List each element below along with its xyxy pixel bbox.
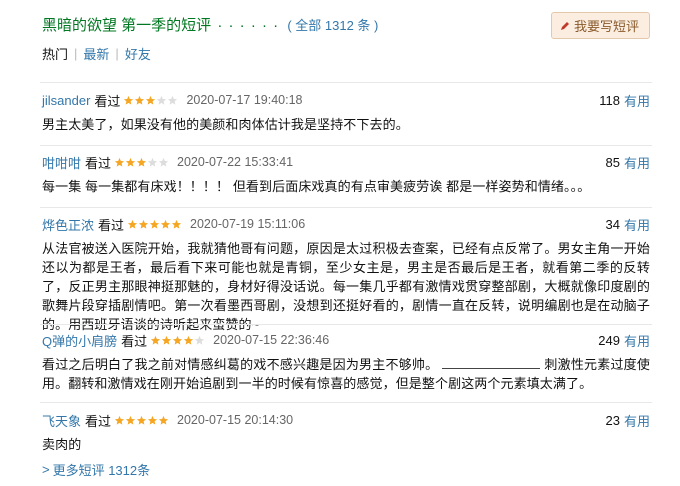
star-filled-icon [158,415,169,425]
review-author[interactable]: jilsander [42,93,90,108]
sort-tabs: 热门 | 最新 | 好友 [42,44,151,63]
star-empty-icon [168,95,178,105]
star-filled-icon [184,335,194,345]
divider [40,402,652,403]
more-reviews-label: 更多短评 1312条 [52,463,151,478]
useful-button[interactable]: 有用 [624,215,650,234]
star-empty-icon [195,335,205,345]
pencil-icon [560,21,569,30]
star-empty-icon [147,157,158,167]
review-meta: jilsander 看过 2020-07-17 19:40:18 118 有用 [42,90,650,110]
review-author[interactable]: 咁咁咁 [42,153,81,172]
review-author[interactable]: 飞天象 [42,411,81,430]
review-item: jilsander 看过 2020-07-17 19:40:18 118 有用 … [42,90,650,134]
watch-status: 看过 [121,333,148,349]
title-dots: · · · · · · [217,16,280,34]
tab-hot[interactable]: 热门 [42,44,68,63]
review-item: 烨色正浓 看过 2020-07-19 15:11:06 34 有用 从法官被送入… [42,214,650,334]
star-filled-icon [125,415,136,425]
review-content: 男主太美了，如果没有他的美颜和肉体估计我是坚持不下去的。 [42,117,409,132]
vote-count: 34 [605,216,620,232]
star-filled-icon [149,219,160,229]
vote-count: 118 [599,92,620,108]
useful-button[interactable]: 有用 [624,153,650,172]
watch-status: 看过 [85,155,112,171]
star-filled-icon [135,95,145,105]
review-content: 卖肉的 [42,437,82,452]
divider [40,82,652,83]
review-date: 2020-07-22 15:33:41 [177,155,294,169]
page-header: 黑暗的欲望 第一季的短评 · · · · · · ( 全部 1312 条 ) 我… [42,8,650,40]
useful-button[interactable]: 有用 [624,411,650,430]
star-filled-icon [173,335,183,345]
watch-status: 看过 [94,93,121,109]
star-rating [123,95,178,106]
star-filled-icon [138,219,149,229]
tab-separator: | [115,46,119,61]
review-item: 咁咁咁 看过 2020-07-22 15:33:41 85 有用 每一集 每一集… [42,152,650,196]
vote-area: 85 有用 [606,152,650,172]
vote-count: 23 [605,412,620,428]
useful-button[interactable]: 有用 [624,331,650,350]
divider [40,324,652,325]
page-title: 黑暗的欲望 第一季的短评 · · · · · · ( 全部 1312 条 ) [42,14,378,35]
review-author[interactable]: 烨色正浓 [42,215,94,234]
review-date: 2020-07-15 20:14:30 [177,413,294,427]
star-filled-icon [136,157,147,167]
review-author[interactable]: Q弹的小肩膀 [42,331,117,350]
more-reviews-link[interactable]: > 更多短评 1312条 [42,460,150,479]
review-content: 每一集 每一集都有床戏！！！！ 但看到后面床戏真的有点审美疲劳诶 都是一样姿势和… [42,179,591,194]
star-filled-icon [114,415,125,425]
star-filled-icon [146,95,156,105]
vote-count: 85 [605,154,620,170]
star-empty-icon [158,157,169,167]
vote-area: 23 有用 [606,410,650,430]
star-filled-icon [162,335,172,345]
review-meta: 飞天象 看过 2020-07-15 20:14:30 23 有用 [42,410,650,430]
tab-separator: | [74,46,78,61]
vote-area: 249 有用 [598,330,650,350]
star-filled-icon [136,415,147,425]
star-rating [150,335,205,346]
review-meta: 烨色正浓 看过 2020-07-19 15:11:06 34 有用 [42,214,650,234]
divider [40,207,652,208]
star-filled-icon [124,95,134,105]
more-arrow-icon: > [42,462,50,477]
star-filled-icon [147,415,158,425]
star-filled-icon [114,157,125,167]
star-filled-icon [160,219,171,229]
star-filled-icon [127,219,138,229]
review-meta: 咁咁咁 看过 2020-07-22 15:33:41 85 有用 [42,152,650,172]
star-rating [127,219,182,230]
review-meta: Q弹的小肩膀 看过 2020-07-15 22:36:46 249 有用 [42,330,650,350]
watch-status: 看过 [85,413,112,429]
star-rating [114,415,169,426]
review-content-part: 看过之后明白了我之前对情感纠葛的戏不感兴趣是因为男主不够帅。 [42,357,439,372]
vote-area: 34 有用 [606,214,650,234]
tab-latest[interactable]: 最新 [83,44,109,63]
review-date: 2020-07-19 15:11:06 [190,217,306,231]
vote-area: 118 有用 [599,90,650,110]
star-filled-icon [151,335,161,345]
watch-status: 看过 [98,217,125,233]
write-review-button[interactable]: 我要写短评 [550,12,650,39]
divider [40,145,652,146]
vote-count: 249 [598,332,620,348]
star-filled-icon [125,157,136,167]
page-title-text: 黑暗的欲望 第一季的短评 [42,16,212,34]
star-filled-icon [171,219,182,229]
star-empty-icon [157,95,167,105]
review-content: 看过之后明白了我之前对情感纠葛的戏不感兴趣是因为男主不够帅。 刺激性元素过度使用。… [42,355,650,393]
write-review-label: 我要写短评 [573,19,639,34]
star-rating [114,157,169,168]
review-date: 2020-07-17 19:40:18 [186,93,303,107]
useful-button[interactable]: 有用 [624,91,650,110]
review-date: 2020-07-15 22:36:46 [213,333,330,347]
total-count-link[interactable]: ( 全部 1312 条 ) [287,18,378,33]
review-item: 飞天象 看过 2020-07-15 20:14:30 23 有用 卖肉的 [42,410,650,454]
tab-friends[interactable]: 好友 [125,44,151,63]
review-item: Q弹的小肩膀 看过 2020-07-15 22:36:46 249 有用 看过之… [42,330,650,393]
review-content: 从法官被送入医院开始，我就猜他哥有问题，原因是太过积极去查案，已经有点反常了。男… [42,241,650,332]
redacted-blank [442,356,541,369]
